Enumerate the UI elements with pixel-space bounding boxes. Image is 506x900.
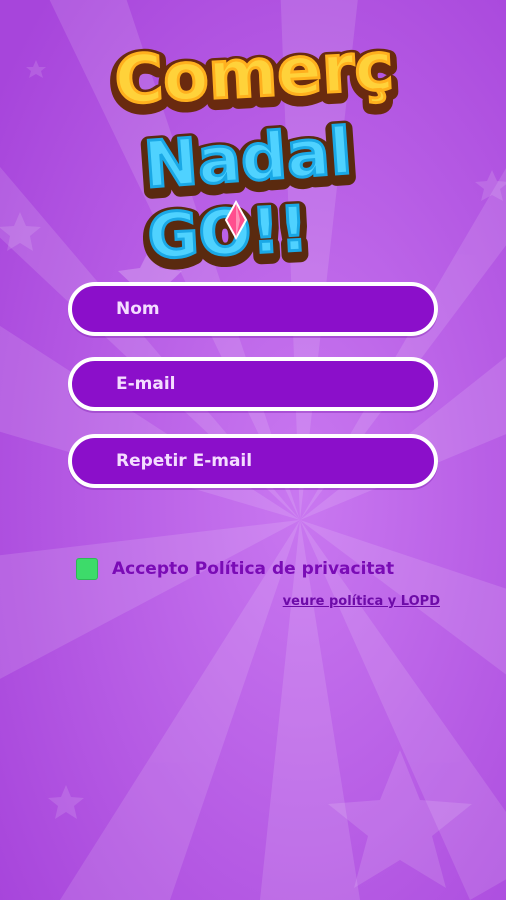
- game-logo: Comerç Comerç Nadal Nadal GO!! GO!!: [105, 24, 404, 272]
- repeat-email-field[interactable]: [68, 434, 438, 488]
- name-field[interactable]: [68, 282, 438, 336]
- view-policy-link[interactable]: veure política y LOPD: [283, 594, 440, 609]
- email-input[interactable]: [72, 361, 434, 407]
- name-input[interactable]: [72, 286, 434, 332]
- accept-policy-label: Accepto Política de privacitat: [112, 559, 395, 579]
- logo-line3: GO!!: [146, 192, 310, 272]
- accept-policy-checkbox[interactable]: [76, 558, 98, 580]
- accept-policy-row[interactable]: Accepto Política de privacitat: [76, 556, 394, 582]
- repeat-email-input[interactable]: [72, 438, 434, 484]
- logo-line1: Comerç: [113, 28, 396, 119]
- email-field[interactable]: [68, 357, 438, 411]
- logo-line2: Nadal: [142, 115, 354, 203]
